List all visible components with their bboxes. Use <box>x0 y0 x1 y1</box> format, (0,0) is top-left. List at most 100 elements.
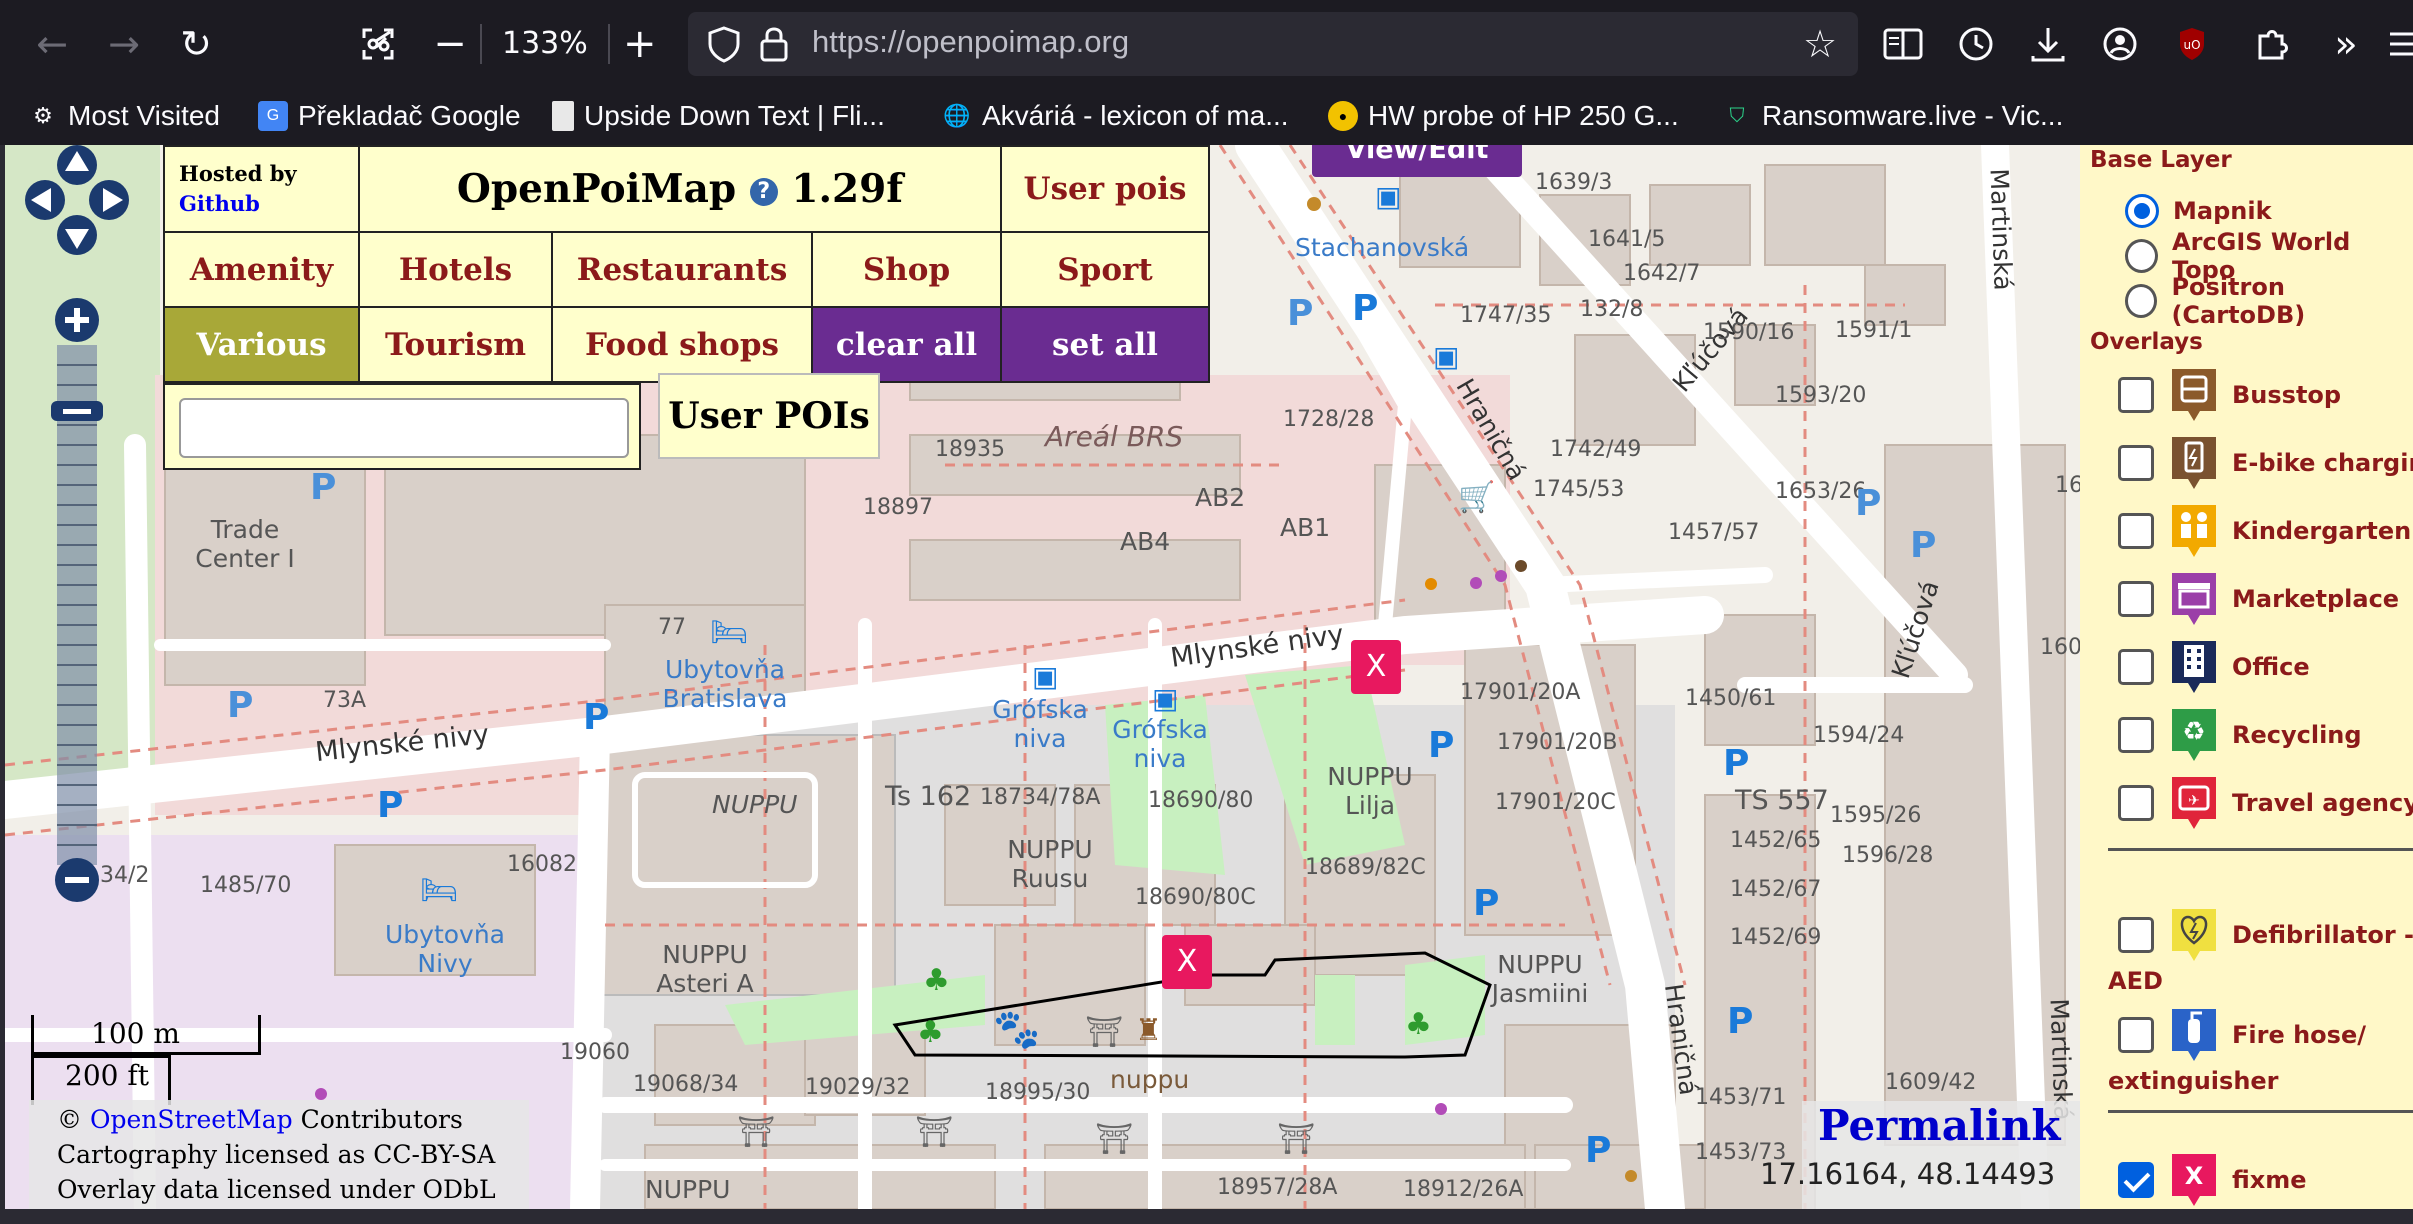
category-tourism[interactable]: Tourism <box>358 306 553 383</box>
github-link[interactable]: Github <box>179 191 260 216</box>
parking-icon: P <box>1727 1001 1754 1042</box>
pan-down-icon[interactable] <box>57 215 97 255</box>
url-bar[interactable]: https://openpoimap.org ☆ <box>688 12 1858 76</box>
pan-right-icon[interactable] <box>89 180 129 220</box>
bookmark-most-visited[interactable]: ⚙ Most Visited <box>28 96 220 136</box>
browser-toolbar: ← → ↻ − 133% + https://openpoimap.org ☆ … <box>0 0 2413 88</box>
user-pois-button[interactable]: User POIs <box>658 373 880 459</box>
account-icon[interactable] <box>2092 16 2148 72</box>
kindergarten-checkbox[interactable] <box>2118 513 2154 549</box>
zoom-out-button[interactable]: − <box>420 21 480 67</box>
travel-agency-checkbox[interactable] <box>2118 785 2154 821</box>
category-sport[interactable]: Sport <box>1000 231 1210 308</box>
overlay-kindergarten[interactable]: Kindergarten <box>2118 501 2411 561</box>
tower-icon: ♜ <box>1135 1013 1162 1048</box>
url-text[interactable]: https://openpoimap.org <box>812 24 1129 60</box>
page-content: Mlynské nivy Mlynské nivy Stachanovská H… <box>5 145 2413 1209</box>
ebike-checkbox[interactable] <box>2118 445 2154 481</box>
overlay-travel-agency[interactable]: ✈ Travel agency <box>2118 773 2413 833</box>
pan-left-icon[interactable] <box>25 180 65 220</box>
bookmark-hw-probe[interactable]: ● HW probe of HP 250 G... <box>1328 96 1679 136</box>
overlay-label: fixme <box>2232 1166 2307 1194</box>
downloads-icon[interactable] <box>2020 16 2076 72</box>
radio-mapnik[interactable] <box>2125 194 2159 228</box>
view-edit-button[interactable]: View/Edit <box>1312 145 1522 177</box>
overlay-fire-hose[interactable]: Fire hose/ <box>2118 1005 2366 1065</box>
zoom-in-icon[interactable] <box>55 298 99 342</box>
category-restaurants[interactable]: Restaurants <box>551 231 813 308</box>
fixme-marker[interactable]: X <box>1162 935 1212 989</box>
lock-icon[interactable] <box>752 22 796 66</box>
back-icon[interactable]: ← <box>22 14 82 74</box>
zoom-in-button[interactable]: + <box>610 21 670 67</box>
overlay-label: Travel agency <box>2232 789 2413 817</box>
marketplace-checkbox[interactable] <box>2118 581 2154 617</box>
overlay-ebike[interactable]: E-bike charging <box>2118 433 2413 493</box>
recycling-checkbox[interactable] <box>2118 717 2154 753</box>
overlay-busstop[interactable]: Busstop <box>2118 365 2341 425</box>
base-layer-positron[interactable]: Positron (CartoDB) <box>2125 273 2413 329</box>
extensions-icon[interactable] <box>2244 16 2300 72</box>
zoom-out-icon[interactable] <box>55 858 99 902</box>
poi-dot <box>1515 560 1527 572</box>
overflow-chevron-icon[interactable]: » <box>2316 14 2376 74</box>
base-layer-arcgis[interactable]: ArcGIS World Topo <box>2125 228 2413 284</box>
category-food-shops[interactable]: Food shops <box>551 306 813 383</box>
history-icon[interactable] <box>1948 16 2004 72</box>
category-hotels[interactable]: Hotels <box>358 231 553 308</box>
category-amenity[interactable]: Amenity <box>163 231 360 308</box>
office-checkbox[interactable] <box>2118 649 2154 685</box>
forward-icon[interactable]: → <box>94 14 154 74</box>
search-input[interactable] <box>179 398 629 458</box>
bookmarks-bar: ⚙ Most Visited G Překladač Google Upside… <box>0 88 2413 145</box>
bookmark-star-icon[interactable]: ☆ <box>1796 20 1844 68</box>
travel-agency-icon: ✈ <box>2172 777 2216 829</box>
busstop-checkbox[interactable] <box>2118 377 2154 413</box>
playground-icon: ♣ <box>1405 1007 1432 1042</box>
radio-positron[interactable] <box>2125 284 2158 318</box>
defibrillator-icon <box>2172 909 2216 961</box>
defibrillator-checkbox[interactable] <box>2118 917 2154 953</box>
bus-stop-icon: ▣ <box>1032 660 1059 693</box>
zoom-slider-handle[interactable] <box>51 401 103 421</box>
bookmark-ransomware-live[interactable]: ⛉ Ransomware.live - Vic... <box>1722 96 2064 136</box>
overlay-fixme[interactable]: X fixme <box>2118 1150 2307 1209</box>
pan-up-icon[interactable] <box>57 145 97 185</box>
overlay-label: Office <box>2232 653 2310 681</box>
overlay-defibrillator[interactable]: Defibrillator - <box>2118 905 2413 965</box>
bus-stop-icon: ▣ <box>1152 682 1179 715</box>
overlay-marketplace[interactable]: Marketplace <box>2118 569 2399 629</box>
ublock-icon[interactable]: uO <box>2164 16 2220 72</box>
overlay-recycling[interactable]: ♻ Recycling <box>2118 705 2362 765</box>
openstreetmap-link[interactable]: OpenStreetMap <box>90 1105 293 1134</box>
radio-arcgis[interactable] <box>2125 239 2158 273</box>
bookmark-google-translate[interactable]: G Překladač Google <box>258 96 521 136</box>
reload-icon[interactable]: ↻ <box>166 14 226 74</box>
screenshot-icon[interactable] <box>348 14 408 74</box>
bookmark-upside-down-text[interactable]: Upside Down Text | Fli... <box>552 96 885 136</box>
permalink-link[interactable]: Permalink <box>1818 1101 2061 1150</box>
reader-view-icon[interactable] <box>1875 16 1931 72</box>
parking-icon: P <box>1287 293 1314 334</box>
set-all-button[interactable]: set all <box>1000 306 1210 383</box>
overlay-office[interactable]: Office <box>2118 637 2310 697</box>
base-layer-mapnik[interactable]: Mapnik <box>2125 191 2272 231</box>
shield-icon[interactable] <box>702 22 746 66</box>
shield-icon: ⛉ <box>1729 104 1745 127</box>
clear-all-button[interactable]: clear all <box>811 306 1002 383</box>
help-icon[interactable]: ? <box>749 178 778 206</box>
mouse-coordinates: 17.16164, 48.14493 <box>1760 1157 2056 1191</box>
zoom-level[interactable]: 133% <box>480 24 610 64</box>
menu-icon[interactable] <box>2380 16 2413 72</box>
overlay-label: Recycling <box>2232 721 2362 749</box>
overlay-separator <box>2108 848 2413 851</box>
fixme-marker[interactable]: X <box>1351 640 1401 694</box>
bookmark-akvaria[interactable]: 🌐 Akváriá - lexicon of ma... <box>942 96 1288 136</box>
user-pois-link[interactable]: User pois <box>1000 145 1210 233</box>
bookmark-label: Ransomware.live - Vic... <box>1762 100 2064 131</box>
category-various[interactable]: Various <box>163 306 360 383</box>
category-shop[interactable]: Shop <box>811 231 1002 308</box>
map-canvas[interactable]: Mlynské nivy Mlynské nivy Stachanovská H… <box>5 145 2083 1209</box>
fire-hose-checkbox[interactable] <box>2118 1017 2154 1053</box>
fixme-checkbox[interactable] <box>2118 1162 2154 1198</box>
